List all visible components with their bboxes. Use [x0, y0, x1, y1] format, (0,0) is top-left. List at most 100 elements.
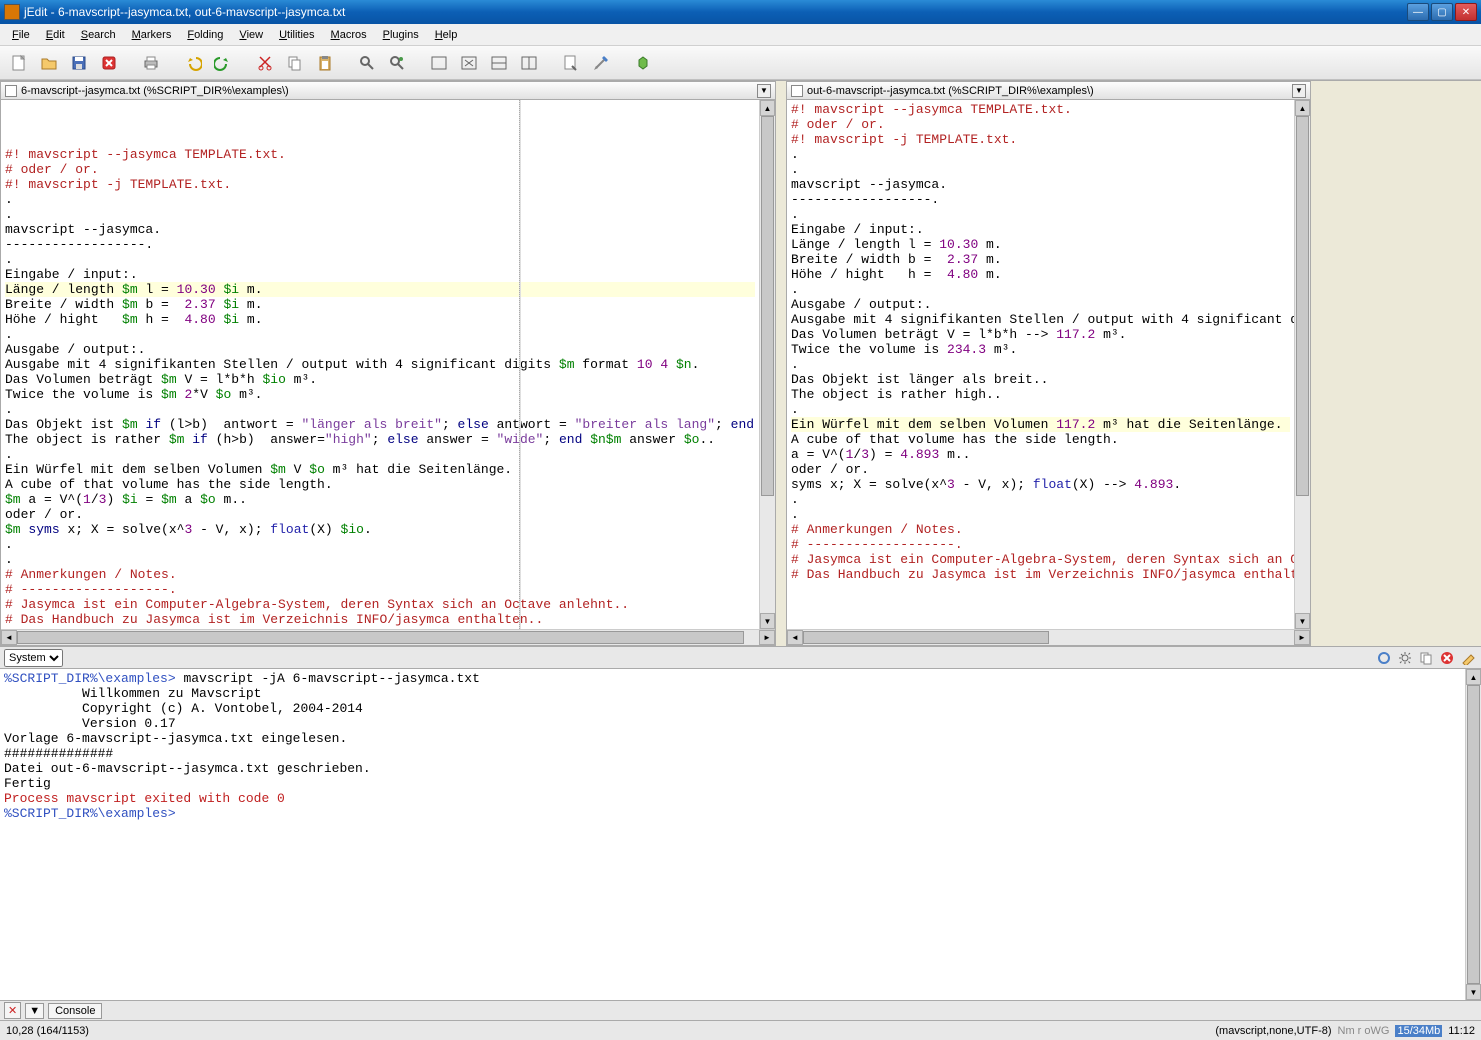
split-horizontal-icon[interactable] [486, 50, 512, 76]
minimize-button[interactable]: — [1407, 3, 1429, 21]
shell-selector[interactable]: System [4, 649, 63, 667]
code-line: ------------------. [791, 192, 1290, 207]
paste-icon[interactable] [312, 50, 338, 76]
menu-folding[interactable]: Folding [179, 27, 231, 43]
buffer-mode[interactable]: (mavscript,none,UTF-8) [1215, 1025, 1331, 1037]
console-close-icon[interactable]: ✕ [4, 1002, 21, 1019]
plugin-manager-icon[interactable] [630, 50, 656, 76]
code-line: Twice the volume is $m 2*V $o m³. [5, 387, 755, 402]
vertical-scrollbar[interactable]: ▲ ▼ [1294, 100, 1310, 629]
editor-pane-right: out-6-mavscript--jasymca.txt (%SCRIPT_DI… [786, 81, 1311, 646]
code-line: . [5, 192, 755, 207]
split-vertical-icon[interactable] [516, 50, 542, 76]
code-line: Länge / length $m l = 10.30 $i m. [5, 282, 755, 297]
code-line: The object is rather high.. [791, 387, 1290, 402]
buffer-dropdown-icon[interactable]: ▼ [757, 84, 771, 98]
console-clear-icon[interactable] [1459, 649, 1477, 667]
code-line: #! mavscript -j TEMPLATE.txt. [791, 132, 1290, 147]
menu-search[interactable]: Search [73, 27, 124, 43]
console-stop-icon[interactable] [1438, 649, 1456, 667]
buffer-dropdown-icon[interactable]: ▼ [1292, 84, 1306, 98]
buffer-options-icon[interactable] [558, 50, 584, 76]
menu-view[interactable]: View [231, 27, 271, 43]
code-line: # oder / or. [5, 162, 755, 177]
console-output[interactable]: %SCRIPT_DIR%\examples> mavscript -jA 6-m… [0, 669, 1465, 1000]
close-file-icon[interactable] [96, 50, 122, 76]
close-button[interactable]: ✕ [1455, 3, 1477, 21]
global-options-icon[interactable] [588, 50, 614, 76]
code-line: Länge / length l = 10.30 m. [791, 237, 1290, 252]
maximize-button[interactable]: ▢ [1431, 3, 1453, 21]
document-icon [5, 85, 17, 97]
vertical-scrollbar[interactable]: ▲ ▼ [1465, 669, 1481, 1000]
code-line: A cube of that volume has the side lengt… [791, 432, 1290, 447]
copy-icon[interactable] [282, 50, 308, 76]
code-line: # Das Handbuch zu Jasymca ist im Verzeic… [791, 567, 1290, 582]
code-line: . [791, 282, 1290, 297]
buffer-tab-left[interactable]: 6-mavscript--jasymca.txt (%SCRIPT_DIR%\e… [1, 82, 775, 100]
code-line: . [791, 507, 1290, 522]
console-line: Vorlage 6-mavscript--jasymca.txt eingele… [4, 731, 1461, 746]
buffer-tab-right[interactable]: out-6-mavscript--jasymca.txt (%SCRIPT_DI… [787, 82, 1310, 100]
menu-help[interactable]: Help [427, 27, 466, 43]
code-line: . [791, 162, 1290, 177]
cut-icon[interactable] [252, 50, 278, 76]
document-icon [791, 85, 803, 97]
code-line: # Jasymca ist ein Computer-Algebra-Syste… [5, 597, 755, 612]
code-line: # -------------------. [5, 582, 755, 597]
code-line: Das Objekt ist $m if (l>b) antwort = "lä… [5, 417, 755, 432]
horizontal-scrollbar[interactable]: ◄ ► [1, 629, 775, 645]
horizontal-scrollbar[interactable]: ◄ ► [787, 629, 1310, 645]
code-line: # Anmerkungen / Notes. [791, 522, 1290, 537]
console-tab[interactable]: Console [48, 1003, 102, 1019]
code-line: #! mavscript --jasymca TEMPLATE.txt. [791, 102, 1290, 117]
clock: 11:12 [1448, 1025, 1475, 1037]
find-replace-icon[interactable] [384, 50, 410, 76]
console-line: Fertig [4, 776, 1461, 791]
new-file-icon[interactable] [6, 50, 32, 76]
code-line: oder / or. [5, 507, 755, 522]
code-line: # -------------------. [791, 537, 1290, 552]
menu-plugins[interactable]: Plugins [375, 27, 427, 43]
code-line: . [5, 252, 755, 267]
menu-utilities[interactable]: Utilities [271, 27, 322, 43]
menubar: FileEditSearchMarkersFoldingViewUtilitie… [0, 24, 1481, 46]
code-line: #! mavscript -j TEMPLATE.txt. [5, 177, 755, 192]
code-editor-right[interactable]: #! mavscript --jasymca TEMPLATE.txt.# od… [787, 100, 1294, 629]
console-copy-icon[interactable] [1417, 649, 1435, 667]
window-titlebar: jEdit - 6-mavscript--jasymca.txt, out-6-… [0, 0, 1481, 24]
menu-macros[interactable]: Macros [323, 27, 375, 43]
memory-indicator[interactable]: 15/34Mb [1395, 1025, 1442, 1037]
code-line: Ein Würfel mit dem selben Volumen $m V $… [5, 462, 755, 477]
open-file-icon[interactable] [36, 50, 62, 76]
code-line: The object is rather $m if (h>b) answer=… [5, 432, 755, 447]
code-line: . [5, 537, 755, 552]
code-editor-left[interactable]: #! mavscript --jasymca TEMPLATE.txt.# od… [1, 100, 759, 629]
menu-edit[interactable]: Edit [38, 27, 73, 43]
console-menu-icon[interactable]: ▼ [25, 1003, 44, 1019]
code-line: . [791, 402, 1290, 417]
console-settings-icon[interactable] [1396, 649, 1414, 667]
code-line: # Anmerkungen / Notes. [5, 567, 755, 582]
code-line: . [791, 147, 1290, 162]
console-line: Process mavscript exited with code 0 [4, 791, 1461, 806]
new-view-icon[interactable] [426, 50, 452, 76]
unsplit-icon[interactable] [456, 50, 482, 76]
statusbar: 10,28 (164/1153) (mavscript,none,UTF-8) … [0, 1020, 1481, 1040]
menu-markers[interactable]: Markers [124, 27, 180, 43]
code-line: mavscript --jasymca. [5, 222, 755, 237]
console-run-icon[interactable] [1375, 649, 1393, 667]
code-line: . [791, 207, 1290, 222]
code-line: A cube of that volume has the side lengt… [5, 477, 755, 492]
find-icon[interactable] [354, 50, 380, 76]
vertical-scrollbar[interactable]: ▲ ▼ [759, 100, 775, 629]
print-icon[interactable] [138, 50, 164, 76]
undo-icon[interactable] [180, 50, 206, 76]
pane-splitter[interactable] [776, 81, 782, 646]
code-line: Das Objekt ist länger als breit.. [791, 372, 1290, 387]
menu-file[interactable]: File [4, 27, 38, 43]
editor-pane-left: 6-mavscript--jasymca.txt (%SCRIPT_DIR%\e… [0, 81, 776, 646]
console-line: %SCRIPT_DIR%\examples> mavscript -jA 6-m… [4, 671, 1461, 686]
redo-icon[interactable] [210, 50, 236, 76]
save-file-icon[interactable] [66, 50, 92, 76]
